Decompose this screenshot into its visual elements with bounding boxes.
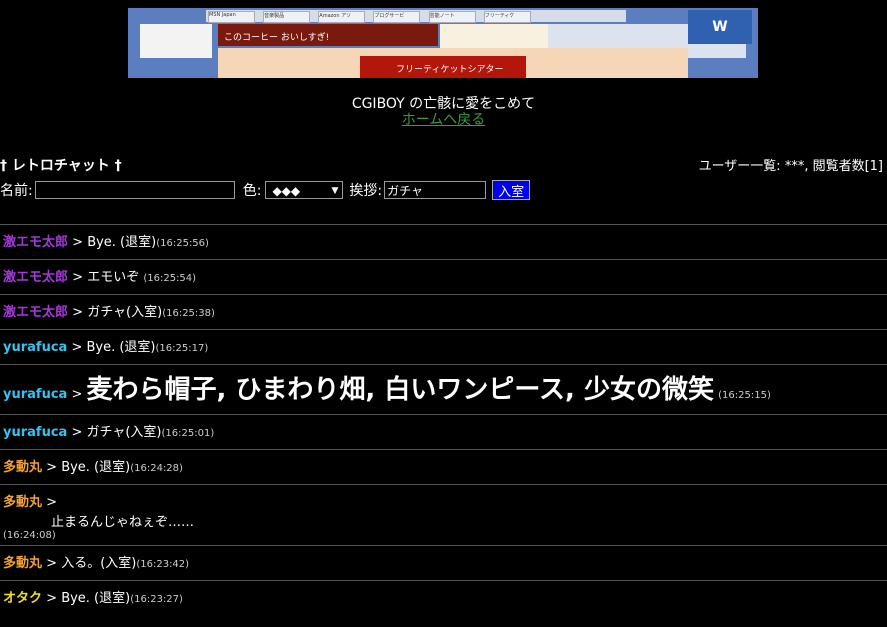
message-time: (16:23:27) — [130, 594, 183, 605]
message-row: 激エモ太郎 > Bye. (退室)(16:25:56) — [0, 224, 887, 259]
user-list-info: ユーザー一覧: ***, 閲覧者数[1] — [698, 159, 883, 174]
message-time: (16:25:56) — [156, 238, 209, 249]
message-row: 多動丸 > 入る。(入室)(16:23:42) — [0, 545, 887, 580]
banner-search-box — [140, 24, 212, 58]
message-user: 激エモ太郎 — [3, 270, 69, 285]
message-user: 激エモ太郎 — [3, 235, 69, 250]
entry-form: 名前: 色: ◆◆◆ ▼ 挨拶: 入室 — [0, 180, 531, 200]
separator: > — [42, 591, 62, 606]
home-link-wrapper: ホームへ戻る — [0, 109, 887, 129]
separator: > — [67, 425, 87, 440]
message-text: Bye. (退室) — [87, 235, 157, 250]
separator: > — [42, 556, 62, 571]
message-row: 激エモ太郎 > エモいぞ (16:25:54) — [0, 259, 887, 294]
message-time: (16:25:38) — [162, 308, 215, 319]
home-link[interactable]: ホームへ戻る — [402, 112, 486, 128]
message-user: yurafuca — [3, 340, 68, 355]
message-text: 入る。(入室) — [61, 556, 137, 571]
message-text: Bye. (退室) — [61, 460, 131, 475]
message-user: 多動丸 — [3, 495, 43, 510]
message-user: オタク — [3, 591, 43, 606]
name-input[interactable] — [34, 181, 235, 199]
color-select-value: ◆◆◆ — [272, 184, 301, 198]
message-row: yurafuca > Bye. (退室)(16:25:17) — [0, 329, 887, 364]
message-time: (16:25:54) — [143, 273, 197, 284]
banner-browser-tabs: MSN Japan 音楽製品 Amazon アソ ブログサービ 芸能ノート フリ… — [206, 10, 626, 23]
message-user: yurafuca — [3, 425, 68, 440]
greeting-label: 挨拶: — [349, 183, 383, 199]
separator: > — [68, 305, 88, 320]
message-time: (16:25:01) — [161, 428, 215, 439]
message-text: ガチャ(入室) — [87, 305, 163, 320]
banner-tab: MSN Japan — [208, 11, 255, 23]
message-time: (16:24:28) — [130, 463, 183, 474]
message-text: ガチャ(入室) — [86, 425, 162, 440]
message-time: (16:25:17) — [155, 343, 209, 354]
banner-image[interactable]: MSN Japan 音楽製品 Amazon アソ ブログサービ 芸能ノート フリ… — [128, 8, 758, 78]
message-text: Bye. (退室) — [86, 340, 156, 355]
message-row: オタク > Bye. (退室)(16:23:27) — [0, 580, 887, 615]
banner-logo: W — [688, 10, 752, 44]
message-list: 激エモ太郎 > Bye. (退室)(16:25:56) 激エモ太郎 > エモいぞ… — [0, 224, 887, 615]
banner-coffee-ad-text: このコーヒー おいしすぎ! — [224, 33, 330, 43]
message-text: エモいぞ — [87, 270, 140, 285]
separator: > — [67, 387, 87, 402]
message-row: yurafuca > 麦わら帽子, ひまわり畑, 白いワンピース, 少女の微笑 … — [0, 364, 887, 414]
separator: > — [67, 340, 87, 355]
name-label: 名前: — [0, 183, 33, 199]
separator: > — [68, 270, 88, 285]
message-text: 止まるんじゃねぇぞ…… — [51, 515, 195, 530]
color-select[interactable]: ◆◆◆ ▼ — [265, 181, 344, 199]
banner-tab: Amazon アソ — [318, 11, 366, 23]
chat-title: † レトロチャット † — [0, 158, 122, 174]
banner-tab: 芸能ノート — [428, 11, 476, 23]
banner-tab: フリーティケ — [483, 11, 531, 23]
message-text: Bye. (退室) — [61, 591, 131, 606]
message-time: (16:23:42) — [136, 559, 190, 570]
banner-tab: 音楽製品 — [263, 11, 311, 23]
greeting-input[interactable] — [384, 181, 487, 199]
separator: > — [42, 495, 58, 510]
message-user: 多動丸 — [3, 556, 43, 571]
color-label: 色: — [242, 183, 262, 199]
message-text-large: 麦わら帽子, ひまわり畑, 白いワンピース, 少女の微笑 — [86, 375, 714, 405]
message-row: 多動丸 > 止まるんじゃねぇぞ…… (16:24:08) — [0, 484, 887, 545]
banner-theater-sign: フリーティケットシアター — [360, 56, 526, 78]
banner-tab: ブログサービ — [373, 11, 421, 23]
message-row: 激エモ太郎 > ガチャ(入室)(16:25:38) — [0, 294, 887, 329]
banner-theater-text: フリーティケットシアター — [396, 65, 504, 75]
separator: > — [68, 235, 88, 250]
message-user: yurafuca — [3, 387, 68, 402]
message-row: 多動丸 > Bye. (退室)(16:24:28) — [0, 449, 887, 484]
message-user: 激エモ太郎 — [3, 305, 69, 320]
enter-button[interactable]: 入室 — [492, 180, 531, 200]
message-time: (16:25:15) — [718, 390, 771, 401]
message-row: yurafuca > ガチャ(入室)(16:25:01) — [0, 414, 887, 449]
message-user: 多動丸 — [3, 460, 43, 475]
chevron-down-icon: ▼ — [331, 186, 339, 196]
message-time: (16:24:08) — [3, 530, 56, 541]
banner-coffee-ad: このコーヒー おいしすぎ! — [218, 24, 438, 46]
separator: > — [42, 460, 62, 475]
